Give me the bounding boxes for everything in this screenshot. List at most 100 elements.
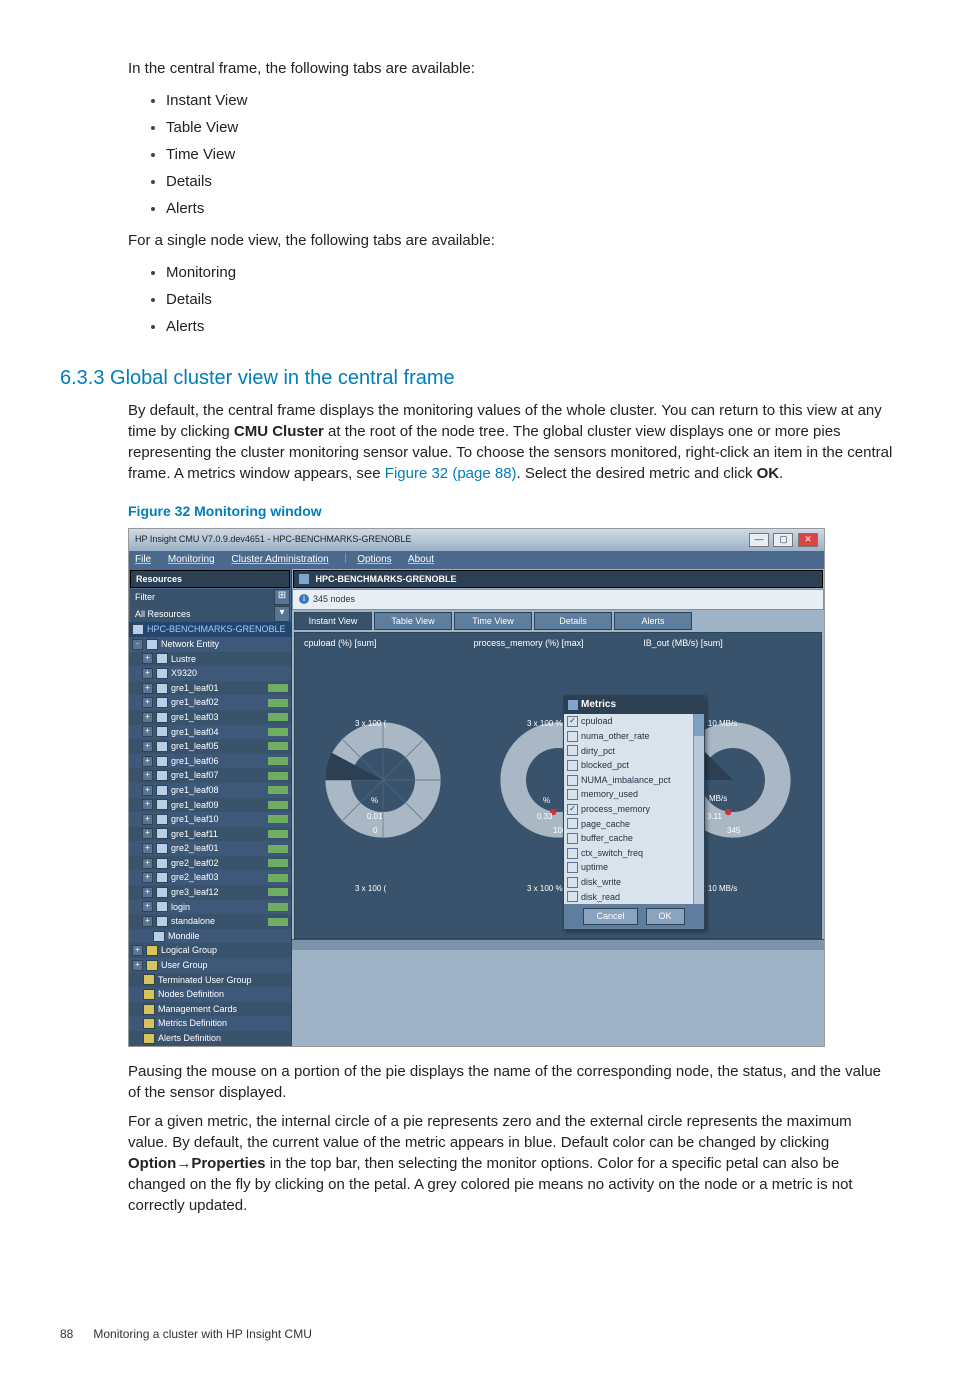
expand-icon[interactable]: + — [132, 945, 143, 956]
expand-icon[interactable]: + — [142, 756, 153, 767]
metric-option[interactable]: uptime — [564, 860, 704, 875]
sidebar-item[interactable]: Management Cards — [129, 1002, 291, 1017]
popup-scrollbar[interactable] — [693, 714, 704, 904]
sidebar-all-resources[interactable]: All Resources — [130, 606, 274, 623]
cancel-button[interactable]: Cancel — [583, 908, 637, 925]
tab-instant-view[interactable]: Instant View — [294, 612, 372, 631]
tab-alerts[interactable]: Alerts — [614, 612, 692, 631]
expand-icon[interactable]: + — [142, 872, 153, 883]
sidebar-item[interactable]: +gre1_leaf06 — [129, 754, 291, 769]
maximize-button[interactable]: ▢ — [773, 533, 793, 547]
sidebar-item[interactable]: +gre2_leaf03 — [129, 870, 291, 885]
sidebar-item[interactable]: +Lustre — [129, 652, 291, 667]
expand-icon[interactable]: + — [132, 960, 143, 971]
ok-button[interactable]: OK — [646, 908, 685, 925]
sidebar-item[interactable]: +gre1_leaf09 — [129, 798, 291, 813]
expand-icon[interactable]: + — [142, 843, 153, 854]
sidebar-item[interactable]: +gre1_leaf03 — [129, 710, 291, 725]
sidebar-item[interactable]: +X9320 — [129, 666, 291, 681]
checkbox-icon[interactable] — [567, 891, 578, 902]
filter-expand-icon[interactable]: ⊞ — [274, 589, 290, 605]
expand-icon[interactable]: + — [142, 828, 153, 839]
expand-icon[interactable]: + — [142, 668, 153, 679]
sidebar-item[interactable]: +User Group — [129, 958, 291, 973]
checkbox-icon[interactable] — [567, 862, 578, 873]
minimize-button[interactable]: — — [749, 533, 769, 547]
checkbox-icon[interactable]: ✓ — [567, 804, 578, 815]
checkbox-icon[interactable]: ✓ — [567, 716, 578, 727]
metric-option[interactable]: ✓cpuload — [564, 714, 704, 729]
sidebar-root[interactable]: HPC-BENCHMARKS-GRENOBLE — [129, 622, 291, 637]
sidebar-item[interactable]: +gre1_leaf02 — [129, 695, 291, 710]
expand-icon[interactable]: + — [142, 887, 153, 898]
metric-option[interactable]: numa_other_rate — [564, 729, 704, 744]
metric-option[interactable]: disk_write — [564, 875, 704, 890]
metric-option[interactable]: NUMA_imbalance_pct — [564, 773, 704, 788]
checkbox-icon[interactable] — [567, 877, 578, 888]
menu-file[interactable]: File — [135, 554, 151, 565]
checkbox-icon[interactable] — [567, 833, 578, 844]
node-icon — [156, 843, 168, 854]
sidebar-item[interactable]: Nodes Definition — [129, 987, 291, 1002]
checkbox-icon[interactable] — [567, 760, 578, 771]
metric-option[interactable]: ctx_switch_freq — [564, 846, 704, 861]
menu-monitoring[interactable]: Monitoring — [168, 554, 215, 565]
tab-table-view[interactable]: Table View — [374, 612, 452, 631]
metric-option[interactable]: ✓process_memory — [564, 802, 704, 817]
sidebar-item[interactable]: +gre1_leaf04 — [129, 725, 291, 740]
sidebar-item[interactable]: -Network Entity — [129, 637, 291, 652]
checkbox-icon[interactable] — [567, 745, 578, 756]
sidebar-item[interactable]: Metrics Definition — [129, 1016, 291, 1031]
close-button[interactable]: ✕ — [798, 533, 818, 547]
sidebar-item[interactable]: +login — [129, 900, 291, 915]
expand-icon[interactable]: + — [142, 916, 153, 927]
metric-option[interactable]: page_cache — [564, 817, 704, 832]
checkbox-icon[interactable] — [567, 818, 578, 829]
sidebar-item[interactable]: Alerts Definition — [129, 1031, 291, 1046]
menu-about[interactable]: About — [408, 554, 434, 565]
menu-options[interactable]: Options — [357, 554, 391, 565]
filter-dropdown-icon[interactable]: ▾ — [274, 606, 290, 622]
expand-icon[interactable]: + — [142, 741, 153, 752]
expand-icon[interactable]: - — [132, 639, 143, 650]
metric-option[interactable]: buffer_cache — [564, 831, 704, 846]
expand-icon[interactable]: + — [142, 814, 153, 825]
sidebar-item[interactable]: +standalone — [129, 914, 291, 929]
sidebar-item[interactable]: +gre3_leaf12 — [129, 885, 291, 900]
sidebar-item[interactable]: +gre1_leaf07 — [129, 768, 291, 783]
sidebar-item[interactable]: +gre2_leaf01 — [129, 841, 291, 856]
expand-icon[interactable]: + — [142, 785, 153, 796]
sidebar-item[interactable]: +gre1_leaf01 — [129, 681, 291, 696]
sidebar-item[interactable]: +Logical Group — [129, 943, 291, 958]
expand-icon[interactable]: + — [142, 697, 153, 708]
sidebar-item[interactable]: Terminated User Group — [129, 973, 291, 988]
checkbox-icon[interactable] — [567, 775, 578, 786]
checkbox-icon[interactable] — [567, 848, 578, 859]
sidebar-item[interactable]: +gre1_leaf08 — [129, 783, 291, 798]
expand-icon[interactable]: + — [142, 901, 153, 912]
menu-cluster-admin[interactable]: Cluster Administration — [231, 554, 328, 565]
sidebar-item[interactable]: Mondile — [129, 929, 291, 944]
sidebar-item[interactable]: +gre1_leaf05 — [129, 739, 291, 754]
expand-icon[interactable]: + — [142, 653, 153, 664]
expand-icon[interactable]: + — [142, 726, 153, 737]
expand-icon[interactable]: + — [142, 683, 153, 694]
window-titlebar[interactable]: HP Insight CMU V7.0.9.dev4651 - HPC-BENC… — [129, 529, 824, 551]
metric-option[interactable]: disk_read — [564, 890, 704, 905]
expand-icon[interactable]: + — [142, 799, 153, 810]
metric-option[interactable]: blocked_pct — [564, 758, 704, 773]
checkbox-icon[interactable] — [567, 731, 578, 742]
expand-icon[interactable]: + — [142, 858, 153, 869]
sidebar-item[interactable]: +gre1_leaf11 — [129, 827, 291, 842]
tab-details[interactable]: Details — [534, 612, 612, 631]
expand-icon[interactable]: + — [142, 712, 153, 723]
metric-option[interactable]: memory_used — [564, 787, 704, 802]
expand-icon[interactable]: + — [142, 770, 153, 781]
metric-option[interactable]: dirty_pct — [564, 744, 704, 759]
sidebar-item[interactable]: +gre1_leaf10 — [129, 812, 291, 827]
figure-link[interactable]: Figure 32 (page 88) — [385, 465, 517, 482]
sidebar-item[interactable]: +gre2_leaf02 — [129, 856, 291, 871]
tab-time-view[interactable]: Time View — [454, 612, 532, 631]
resize-bar[interactable] — [292, 939, 824, 950]
checkbox-icon[interactable] — [567, 789, 578, 800]
